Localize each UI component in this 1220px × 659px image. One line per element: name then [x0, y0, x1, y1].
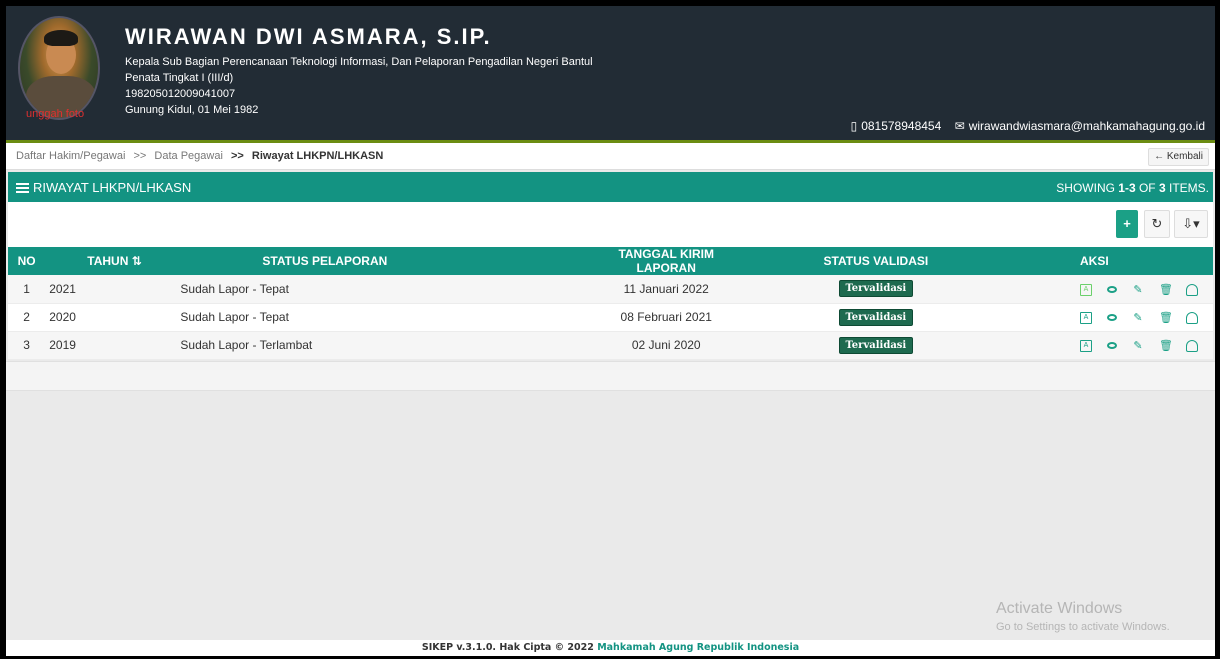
showing-suffix: ITEMS. — [1165, 181, 1209, 195]
pencil-icon[interactable]: ✎ — [1132, 312, 1144, 324]
arrow-left-icon: ← — [1154, 151, 1165, 162]
refresh-button[interactable]: ↻ — [1144, 210, 1170, 238]
breadcrumb-item-daftar[interactable]: Daftar Hakim/Pegawai — [16, 150, 125, 162]
breadcrumb-item-data-pegawai[interactable]: Data Pegawai — [154, 150, 223, 162]
user-icon[interactable] — [1186, 283, 1198, 296]
panel-title: RIWAYAT LHKPN/LHKASN — [16, 180, 191, 195]
table-row: 2 2020 Sudah Lapor - Tepat 08 Februari 2… — [8, 303, 1213, 332]
column-header-tahun[interactable]: TAHUN ⇅ — [45, 247, 177, 275]
row-date: 11 Januari 2022 — [594, 275, 738, 304]
eye-icon[interactable] — [1107, 286, 1117, 294]
row-actions: A ✎ 🗑 — [1014, 331, 1213, 360]
pdf-icon[interactable]: A — [1080, 339, 1092, 352]
email-address: wirawandwiasmara@mahkamahagung.go.id — [968, 119, 1205, 133]
row-status: Sudah Lapor - Tepat — [176, 275, 595, 304]
row-date: 08 Februari 2021 — [594, 303, 738, 332]
row-year: 2021 — [45, 275, 177, 304]
row-actions: A ✎ 🗑 — [1014, 303, 1213, 332]
eye-icon[interactable] — [1107, 342, 1117, 350]
showing-of: OF — [1135, 181, 1159, 195]
eye-icon[interactable] — [1107, 314, 1117, 322]
pencil-icon[interactable]: ✎ — [1132, 284, 1144, 296]
lhkpn-table: NO TAHUN ⇅ STATUS PELAPORAN TANGGAL KIRI… — [8, 247, 1213, 360]
column-header-status-pelaporan: STATUS PELAPORAN — [176, 247, 595, 275]
back-button[interactable]: ← Kembali — [1148, 148, 1209, 166]
row-actions: A ✎ 🗑 — [1014, 275, 1213, 304]
row-no: 3 — [8, 331, 46, 360]
column-header-status-validasi: STATUS VALIDASI — [737, 247, 1014, 275]
footer-text: SIKEP v.3.1.0. Hak Cipta © 2022 — [421, 642, 598, 653]
employee-nip: 198205012009041007 — [125, 88, 236, 100]
employee-name: WIRAWAN DWI ASMARA, S.IP. — [125, 24, 492, 49]
panel-header: RIWAYAT LHKPN/LHKASN SHOWING 1-3 OF 3 IT… — [8, 172, 1213, 202]
status-badge: Tervalidasi — [838, 308, 914, 326]
row-validation-cell: Tervalidasi — [737, 275, 1014, 304]
breadcrumb: Daftar Hakim/Pegawai >> Data Pegawai >> … — [16, 150, 383, 162]
breadcrumb-separator: >> — [133, 150, 147, 162]
trash-icon[interactable]: 🗑 — [1159, 340, 1173, 352]
row-validation-cell: Tervalidasi — [737, 331, 1014, 360]
add-button[interactable]: + — [1116, 210, 1138, 238]
avatar — [18, 16, 100, 120]
showing-range: 1-3 — [1118, 181, 1136, 195]
row-year: 2019 — [45, 331, 177, 360]
list-icon — [16, 183, 29, 193]
table-row: 3 2019 Sudah Lapor - Terlambat 02 Juni 2… — [8, 331, 1213, 360]
row-date: 02 Juni 2020 — [594, 331, 738, 360]
employee-position: Kepala Sub Bagian Perencanaan Teknologi … — [125, 56, 593, 68]
trash-icon[interactable]: 🗑 — [1159, 284, 1173, 296]
row-validation-cell: Tervalidasi — [737, 303, 1014, 332]
row-no: 1 — [8, 275, 46, 304]
row-no: 2 — [8, 303, 46, 332]
back-label: Kembali — [1166, 151, 1203, 162]
app-window: unggah foto WIRAWAN DWI ASMARA, S.IP. Ke… — [6, 6, 1215, 656]
pencil-icon[interactable]: ✎ — [1132, 340, 1144, 352]
windows-activation-watermark: Activate Windows Go to Settings to activ… — [996, 600, 1170, 633]
footer-brand-link[interactable]: Mahkamah Agung Republik Indonesia — [597, 642, 799, 653]
pdf-icon[interactable]: A — [1080, 283, 1092, 296]
panel-title-text: RIWAYAT LHKPN/LHKASN — [33, 180, 192, 195]
watermark-title: Activate Windows — [996, 600, 1123, 617]
status-badge: Tervalidasi — [838, 336, 914, 354]
breadcrumb-bar: Daftar Hakim/Pegawai >> Data Pegawai >> … — [6, 143, 1215, 170]
row-year: 2020 — [45, 303, 177, 332]
pagination-summary: SHOWING 1-3 OF 3 ITEMS. — [1056, 181, 1209, 195]
column-header-tanggal-kirim: TANGGAL KIRIM LAPORAN — [594, 247, 738, 275]
page-footer: SIKEP v.3.1.0. Hak Cipta © 2022 Mahkamah… — [6, 640, 1215, 656]
upload-photo-link[interactable]: unggah foto — [26, 108, 84, 120]
table-footer-band — [6, 361, 1215, 391]
export-dropdown-button[interactable]: ⇩▾ — [1174, 210, 1208, 238]
pdf-icon[interactable]: A — [1080, 311, 1092, 324]
column-header-aksi: AKSI — [1014, 247, 1213, 275]
table-row: 1 2021 Sudah Lapor - Tepat 11 Januari 20… — [8, 275, 1213, 304]
phone-icon: ▯ — [850, 119, 858, 133]
envelope-icon: ✉ — [954, 119, 965, 133]
table-toolbar: + ↻ ⇩▾ — [8, 202, 1213, 247]
user-icon[interactable] — [1186, 339, 1198, 352]
row-status: Sudah Lapor - Tepat — [176, 303, 595, 332]
trash-icon[interactable]: 🗑 — [1159, 312, 1173, 324]
watermark-subtitle: Go to Settings to activate Windows. — [996, 621, 1170, 633]
phone-number: 081578948454 — [861, 119, 942, 133]
breadcrumb-item-current: Riwayat LHKPN/LHKASN — [251, 150, 384, 162]
column-header-no: NO — [8, 247, 46, 275]
table-header-row: NO TAHUN ⇅ STATUS PELAPORAN TANGGAL KIRI… — [8, 247, 1213, 275]
employee-birth: Gunung Kidul, 01 Mei 1982 — [125, 104, 259, 116]
breadcrumb-separator: >> — [230, 150, 244, 162]
showing-total: 3 — [1158, 181, 1166, 195]
contact-info: ▯ 081578948454 ✉ wirawandwiasmara@mahkamah… — [847, 119, 1205, 133]
employee-rank: Penata Tingkat I (III/d) — [125, 72, 234, 84]
user-icon[interactable] — [1186, 311, 1198, 324]
row-status: Sudah Lapor - Terlambat — [176, 331, 595, 360]
profile-header: unggah foto WIRAWAN DWI ASMARA, S.IP. Ke… — [6, 6, 1215, 143]
status-badge: Tervalidasi — [838, 280, 914, 298]
showing-prefix: SHOWING — [1056, 181, 1119, 195]
